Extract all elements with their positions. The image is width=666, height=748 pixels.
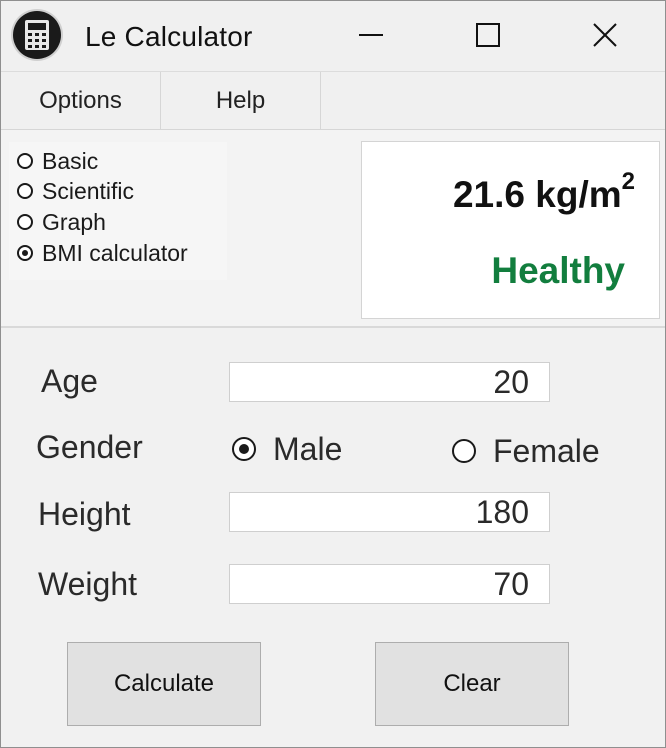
minimize-button[interactable] — [341, 11, 401, 59]
close-icon — [593, 23, 617, 47]
radio-male[interactable] — [232, 437, 256, 461]
mode-graph-label: Graph — [42, 208, 106, 235]
radio-basic[interactable] — [17, 153, 33, 169]
mode-scientific[interactable]: Scientific — [17, 177, 134, 205]
weight-input[interactable]: 70 — [229, 564, 550, 604]
gender-male-label: Male — [273, 430, 343, 467]
minimize-icon — [359, 34, 383, 36]
mode-selector: Basic Scientific Graph BMI calculator — [9, 142, 227, 280]
mode-bmi[interactable]: BMI calculator — [17, 239, 188, 267]
gender-female-label: Female — [493, 432, 600, 469]
mode-bmi-label: BMI calculator — [42, 239, 188, 266]
weight-label: Weight — [38, 566, 138, 602]
top-panel: Basic Scientific Graph BMI calculator 21… — [1, 130, 665, 328]
maximize-button[interactable] — [458, 11, 518, 59]
height-input[interactable]: 180 — [229, 492, 550, 532]
age-label: Age — [41, 363, 98, 399]
bmi-unit-exponent: 2 — [621, 168, 635, 195]
mode-basic[interactable]: Basic — [17, 147, 98, 175]
result-display: 21.6 kg/m2 Healthy — [361, 141, 660, 319]
radio-female[interactable] — [452, 439, 476, 463]
age-input[interactable]: 20 — [229, 362, 550, 402]
close-button[interactable] — [575, 11, 635, 59]
maximize-icon — [476, 23, 500, 47]
calculator-icon — [11, 9, 63, 61]
radio-scientific[interactable] — [17, 183, 33, 199]
gender-female[interactable]: Female — [452, 431, 600, 471]
menu-bar: Options Help — [1, 72, 665, 130]
calculator-window: Le Calculator Options Help Basic Scienti… — [0, 0, 666, 748]
mode-scientific-label: Scientific — [42, 177, 135, 204]
radio-graph[interactable] — [17, 214, 33, 230]
window-title: Le Calculator — [85, 21, 253, 52]
bmi-number: 21.6 kg/m — [452, 174, 622, 215]
calculate-button[interactable]: Calculate — [67, 642, 261, 726]
bmi-value: 21.6 kg/m2 — [452, 168, 635, 216]
radio-bmi[interactable] — [17, 245, 33, 261]
clear-button[interactable]: Clear — [375, 642, 569, 726]
menu-help[interactable]: Help — [161, 72, 321, 129]
menu-options[interactable]: Options — [1, 72, 161, 129]
mode-basic-label: Basic — [42, 147, 99, 174]
height-label: Height — [38, 496, 131, 532]
title-bar[interactable]: Le Calculator — [1, 1, 665, 72]
mode-graph[interactable]: Graph — [17, 208, 106, 236]
gender-male[interactable]: Male — [232, 429, 342, 469]
gender-label: Gender — [36, 429, 143, 465]
bmi-status: Healthy — [491, 250, 625, 291]
